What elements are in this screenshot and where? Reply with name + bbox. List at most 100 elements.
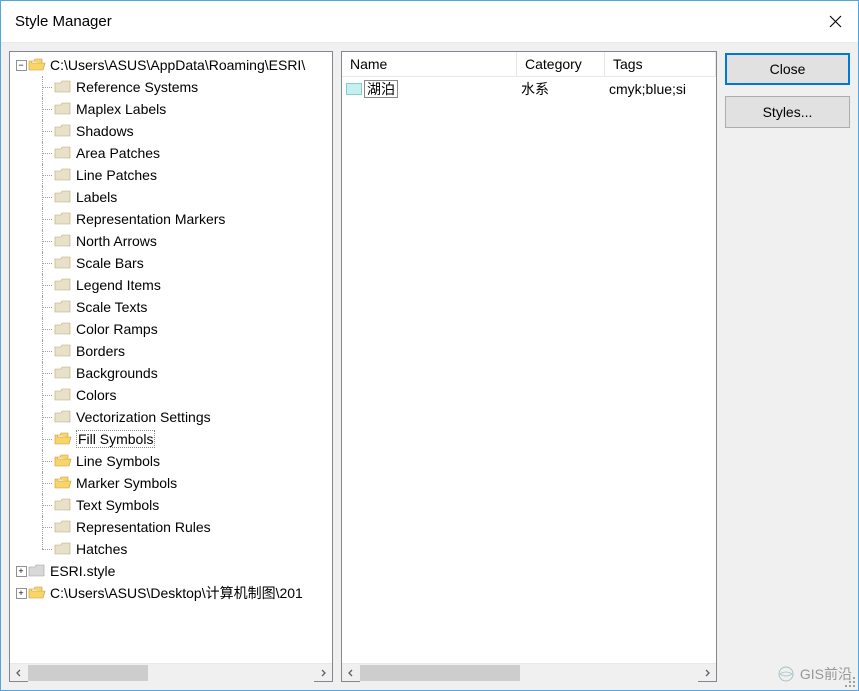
tree-child-node[interactable]: Scale Texts <box>10 296 332 318</box>
folder-closed-icon <box>54 542 72 556</box>
folder-closed-icon <box>54 388 72 402</box>
tree-node-label: Color Ramps <box>76 321 158 337</box>
tree-node-label: Line Symbols <box>76 453 160 469</box>
tree-child-node[interactable]: Text Symbols <box>10 494 332 516</box>
tree-node-label: Maplex Labels <box>76 101 166 117</box>
tree-child-node[interactable]: Labels <box>10 186 332 208</box>
tree-child-node[interactable]: Reference Systems <box>10 76 332 98</box>
folder-closed-icon <box>54 146 72 160</box>
folder-closed-icon <box>54 300 72 314</box>
chevron-right-icon <box>319 669 327 677</box>
tree-child-node[interactable]: Backgrounds <box>10 362 332 384</box>
tree-connector <box>34 472 54 494</box>
tree-child-node[interactable]: Hatches <box>10 538 332 560</box>
tree-connector <box>34 318 54 340</box>
tree-connector <box>34 186 54 208</box>
tree-node-label: Reference Systems <box>76 79 198 95</box>
tree-connector <box>34 340 54 362</box>
tree-connector <box>34 120 54 142</box>
tree-root-node[interactable]: + ESRI.style <box>10 560 332 582</box>
titlebar: Style Manager <box>1 1 858 43</box>
watermark: GIS前沿 <box>776 664 852 684</box>
cell-name: 湖泊 <box>364 79 521 99</box>
tree-node-label: Shadows <box>76 123 134 139</box>
folder-icon <box>28 564 46 578</box>
tree-child-node[interactable]: Vectorization Settings <box>10 406 332 428</box>
tree-child-node[interactable]: Marker Symbols <box>10 472 332 494</box>
tree-child-node[interactable]: Legend Items <box>10 274 332 296</box>
expand-toggle[interactable]: + <box>14 564 28 578</box>
folder-open-icon <box>54 454 72 468</box>
scroll-right-button[interactable] <box>698 664 716 682</box>
expand-toggle[interactable]: − <box>14 58 28 72</box>
button-panel: Close Styles... <box>725 51 850 682</box>
watermark-icon <box>776 666 796 682</box>
chevron-right-icon <box>703 669 711 677</box>
tree-connector <box>34 142 54 164</box>
tree-node-label: Fill Symbols <box>76 430 155 448</box>
tree-child-node[interactable]: North Arrows <box>10 230 332 252</box>
scroll-track[interactable] <box>360 664 698 682</box>
tree-connector <box>34 274 54 296</box>
tree-node-label: North Arrows <box>76 233 157 249</box>
folder-open-icon <box>54 432 72 446</box>
scroll-left-button[interactable] <box>10 664 28 682</box>
tree-node-label: Hatches <box>76 541 127 557</box>
tree-node-label: Line Patches <box>76 167 157 183</box>
tree-connector <box>34 406 54 428</box>
tree-child-node[interactable]: Shadows <box>10 120 332 142</box>
list-hscrollbar[interactable] <box>342 663 716 681</box>
chevron-left-icon <box>347 669 355 677</box>
list-item[interactable]: 湖泊 水系 cmyk;blue;si <box>346 79 712 99</box>
tree-node-label: Backgrounds <box>76 365 158 381</box>
tree-child-node[interactable]: Colors <box>10 384 332 406</box>
tree-child-node[interactable]: Scale Bars <box>10 252 332 274</box>
tree-connector <box>34 164 54 186</box>
tree-node-label: C:\Users\ASUS\Desktop\计算机制图\201 <box>50 583 303 603</box>
tree-hscrollbar[interactable] <box>10 663 332 681</box>
tree-child-node[interactable]: Line Patches <box>10 164 332 186</box>
item-name[interactable]: 湖泊 <box>364 80 398 98</box>
column-header-category[interactable]: Category <box>517 52 605 76</box>
tree-node-label: Labels <box>76 189 117 205</box>
folder-closed-icon <box>54 278 72 292</box>
tree-root-node[interactable]: − C:\Users\ASUS\AppData\Roaming\ESRI\ <box>10 54 332 76</box>
column-header-tags[interactable]: Tags <box>605 52 716 76</box>
tree-connector <box>34 384 54 406</box>
styles-button[interactable]: Styles... <box>725 96 850 128</box>
scroll-right-button[interactable] <box>314 664 332 682</box>
scroll-track[interactable] <box>28 664 314 682</box>
tree-node-label: Scale Bars <box>76 255 144 271</box>
tree-child-node[interactable]: Area Patches <box>10 142 332 164</box>
tree-child-node[interactable]: Fill Symbols <box>10 428 332 450</box>
tree-node-label: Borders <box>76 343 125 359</box>
list-body[interactable]: 湖泊 水系 cmyk;blue;si <box>342 77 716 663</box>
style-manager-window: Style Manager − C:\Users\ASUS\AppData\Ro… <box>0 0 859 691</box>
expand-toggle[interactable]: + <box>14 586 28 600</box>
tree-child-node[interactable]: Borders <box>10 340 332 362</box>
tree-child-node[interactable]: Representation Markers <box>10 208 332 230</box>
window-close-button[interactable] <box>812 1 858 43</box>
resize-grip[interactable] <box>843 675 857 689</box>
folder-closed-icon <box>54 366 72 380</box>
close-button[interactable]: Close <box>725 53 850 85</box>
tree-container[interactable]: − C:\Users\ASUS\AppData\Roaming\ESRI\ Re… <box>10 52 332 663</box>
scroll-thumb[interactable] <box>28 665 148 681</box>
scroll-left-button[interactable] <box>342 664 360 682</box>
scroll-thumb[interactable] <box>360 665 520 681</box>
tree-connector <box>34 428 54 450</box>
folder-closed-icon <box>54 344 72 358</box>
tree-connector <box>34 516 54 538</box>
tree-panel: − C:\Users\ASUS\AppData\Roaming\ESRI\ Re… <box>9 51 333 682</box>
tree-child-node[interactable]: Line Symbols <box>10 450 332 472</box>
tree-connector <box>34 98 54 120</box>
tree-other-roots: + ESRI.style + C:\Users\ASUS\Desktop\计算机… <box>10 560 332 604</box>
column-header-name[interactable]: Name <box>342 52 517 76</box>
folder-closed-icon <box>54 520 72 534</box>
folder-closed-icon <box>54 168 72 182</box>
tree-child-node[interactable]: Color Ramps <box>10 318 332 340</box>
tree-root-node[interactable]: + C:\Users\ASUS\Desktop\计算机制图\201 <box>10 582 332 604</box>
tree-children-list: Reference Systems Maplex Labels Shadows Are… <box>10 76 332 560</box>
tree-child-node[interactable]: Maplex Labels <box>10 98 332 120</box>
tree-child-node[interactable]: Representation Rules <box>10 516 332 538</box>
